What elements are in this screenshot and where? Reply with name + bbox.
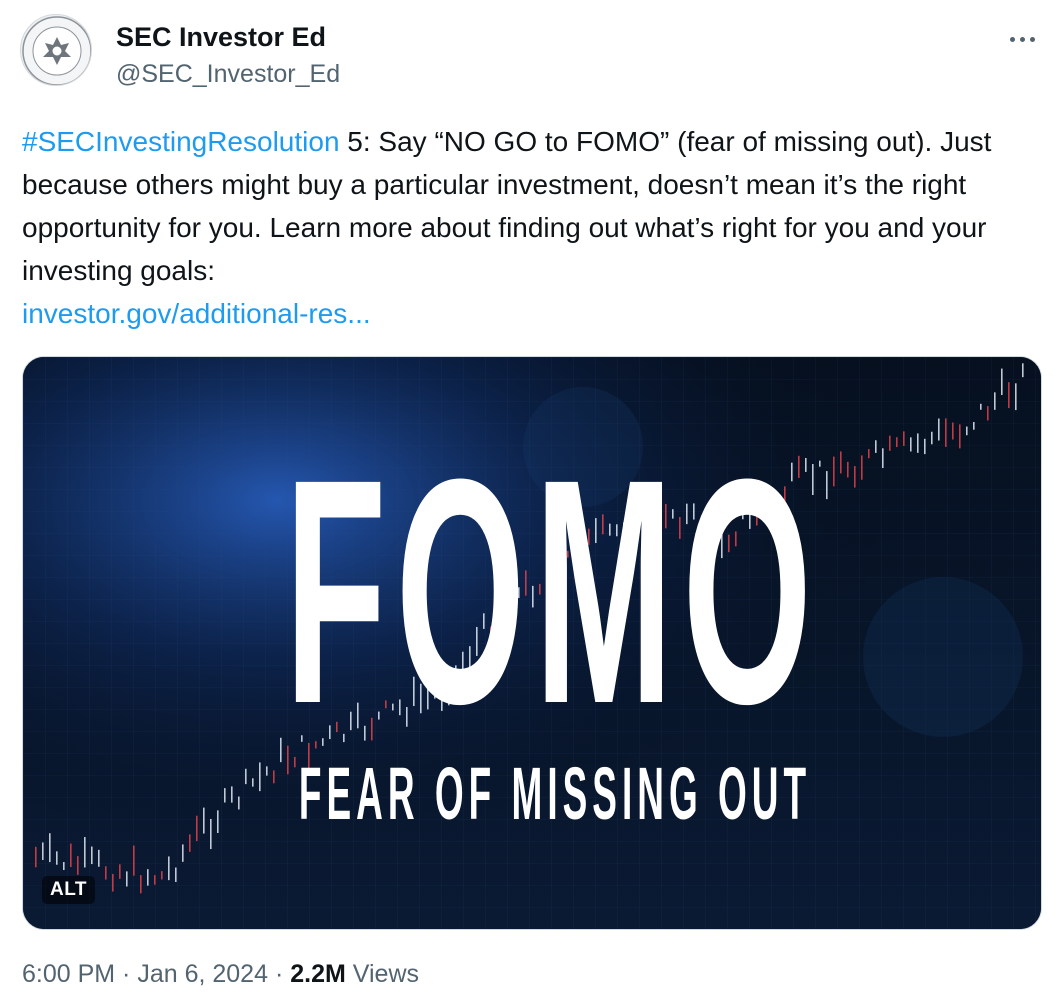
candlestick-wick [917,433,919,453]
candlestick-wick [910,437,912,452]
candlestick-wick [1008,382,1010,409]
fomo-headline: FOMO [285,413,822,771]
candlestick-wick [175,867,177,882]
candlestick-wick [238,796,240,810]
user-handle[interactable]: @SEC_Investor_Ed [116,60,340,89]
candlestick-wick [252,778,254,787]
tweet-text: #SECInvestingResolution 5: Say “NO GO to… [22,120,1047,335]
candlestick-wick [91,846,93,865]
candlestick-wick [231,786,233,803]
candlestick-wick [896,437,898,448]
candlestick-wick [98,849,100,867]
alt-text-badge[interactable]: ALT [42,876,96,904]
candlestick-wick [938,418,940,441]
candlestick-wick [1015,383,1017,411]
candlestick-wick [952,422,954,440]
candlestick-wick [847,461,849,478]
candlestick-wick [210,818,212,850]
candlestick-wick [861,455,863,480]
candlestick-wick [854,466,856,488]
candlestick-wick [217,810,219,834]
candlestick-wick [112,873,114,892]
candlestick-wick [189,834,191,852]
candlestick-wick [182,844,184,862]
candlestick-wick [161,871,163,880]
candlestick-wick [840,451,842,474]
candlestick-wick [868,449,870,459]
candlestick-wick [273,770,275,784]
candlestick-wick [259,762,261,792]
candlestick-wick [889,435,891,451]
candlestick-wick [987,406,989,421]
candlestick-wick [1022,363,1024,378]
tweet-media-image[interactable]: FOMO FEAR OF MISSING OUT [22,356,1042,930]
candlestick-wick [966,426,968,436]
candlestick-wick [931,431,933,445]
candlestick-wick [77,856,79,875]
candlestick-wick [973,421,975,430]
candlestick-wick [203,807,205,834]
candlestick-wick [280,737,282,763]
candlestick-wick [826,471,828,500]
candlestick-wick [959,424,961,449]
tweet-time[interactable]: 6:00 PM [22,960,115,988]
candlestick-wick [119,864,121,879]
hashtag-link[interactable]: #SECInvestingResolution [22,126,340,157]
candlestick-wick [35,846,37,868]
candlestick-wick [994,392,996,410]
candlestick-wick [1001,368,1003,396]
candlestick-wick [224,788,226,803]
candlestick-wick [903,431,905,446]
candlestick-wick [875,440,877,453]
fomo-subheadline: FEAR OF MISSING OUT [299,753,811,835]
candlestick-wick [133,845,135,876]
candlestick-wick [168,856,170,881]
candlestick-wick [147,869,149,886]
candlestick-wick [126,871,128,887]
views-label: Views [345,960,419,988]
more-options-icon[interactable] [1002,24,1042,54]
external-link[interactable]: investor.gov/additional-res... [22,298,371,329]
fomo-graphic: FOMO FEAR OF MISSING OUT [23,357,1041,929]
candlestick-wick [924,438,926,455]
candlestick-wick [196,815,198,842]
candlestick-wick [49,833,51,863]
candlestick-wick [245,768,247,785]
avatar[interactable] [20,14,92,86]
display-name[interactable]: SEC Investor Ed [116,22,326,53]
candlestick-wick [266,766,268,776]
candlestick-wick [42,842,44,860]
candlestick-wick [140,875,142,894]
candlestick-wick [105,866,107,880]
candlestick-wick [70,843,72,868]
candlestick-wick [882,448,884,469]
sec-seal-icon [22,16,91,85]
candlestick-wick [945,418,947,447]
candlestick-wick [63,862,65,871]
candlestick-wick [56,851,58,865]
candlestick-wick [154,875,156,885]
candlestick-wick [980,403,982,410]
views-count[interactable]: 2.2M [290,960,346,988]
tweet-date[interactable]: Jan 6, 2024 [137,960,268,988]
candlestick-wick [833,456,835,487]
candlestick-wick [84,837,86,868]
tweet-meta: 6:00 PM · Jan 6, 2024 · 2.2M Views [22,960,419,988]
